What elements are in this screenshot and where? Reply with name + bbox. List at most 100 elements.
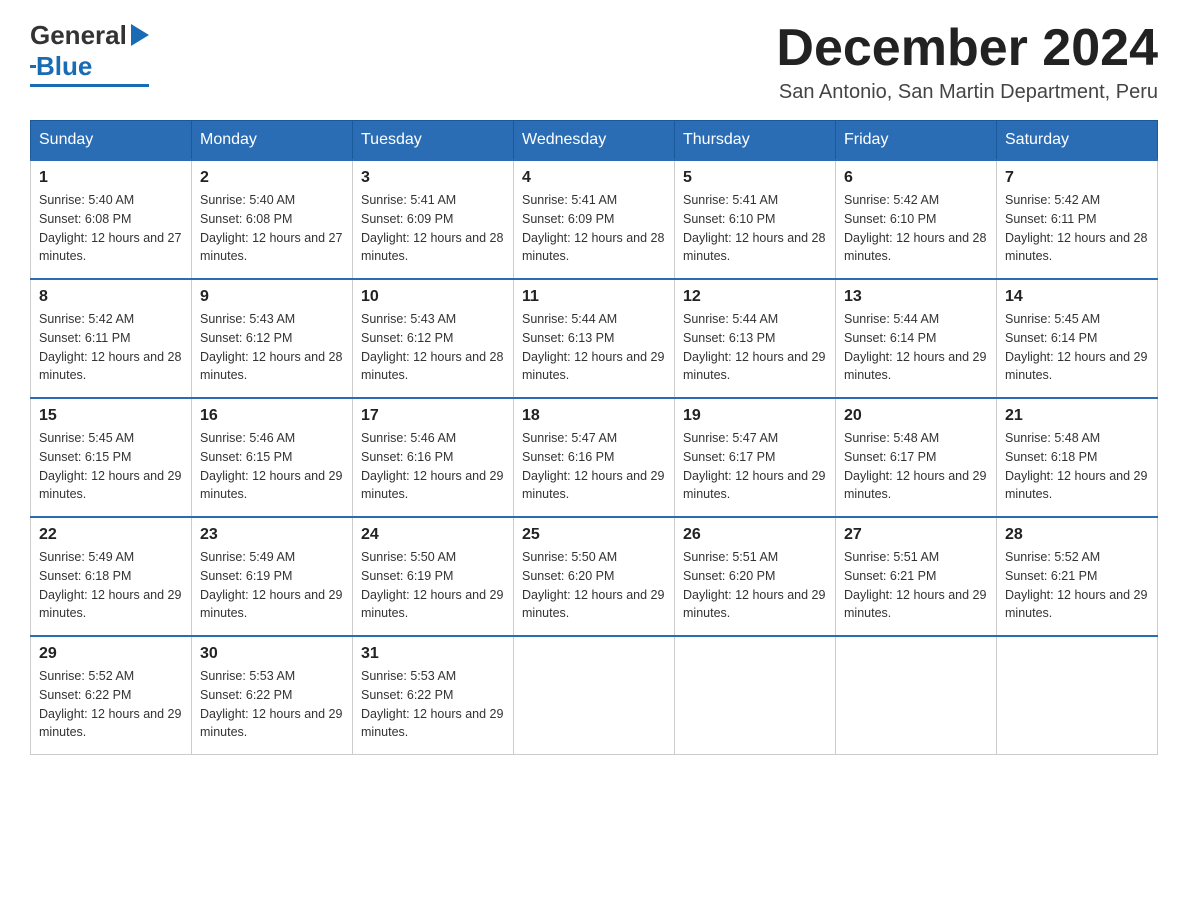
day-number: 20	[844, 407, 988, 425]
day-number: 28	[1005, 526, 1149, 544]
calendar-day-cell: 9 Sunrise: 5:43 AMSunset: 6:12 PMDaylight…	[192, 279, 353, 398]
calendar-day-cell: 13 Sunrise: 5:44 AMSunset: 6:14 PMDayligh…	[836, 279, 997, 398]
calendar-empty-cell	[675, 636, 836, 755]
calendar-day-cell: 5 Sunrise: 5:41 AMSunset: 6:10 PMDaylight…	[675, 160, 836, 279]
day-number: 27	[844, 526, 988, 544]
day-info: Sunrise: 5:44 AMSunset: 6:13 PMDaylight:…	[522, 310, 666, 385]
calendar-day-cell: 29 Sunrise: 5:52 AMSunset: 6:22 PMDayligh…	[31, 636, 192, 755]
day-info: Sunrise: 5:49 AMSunset: 6:19 PMDaylight:…	[200, 548, 344, 623]
day-info: Sunrise: 5:44 AMSunset: 6:13 PMDaylight:…	[683, 310, 827, 385]
calendar-day-cell: 18Sunrise: 5:47 AMSunset: 6:16 PMDayligh…	[514, 398, 675, 517]
calendar-week-row: 15 Sunrise: 5:45 AMSunset: 6:15 PMDayligh…	[31, 398, 1158, 517]
day-info: Sunrise: 5:47 AMSunset: 6:17 PMDaylight:…	[683, 429, 827, 504]
calendar-day-cell: 14 Sunrise: 5:45 AMSunset: 6:14 PMDayligh…	[997, 279, 1158, 398]
calendar-day-cell: 20Sunrise: 5:48 AMSunset: 6:17 PMDayligh…	[836, 398, 997, 517]
calendar-day-cell: 15 Sunrise: 5:45 AMSunset: 6:15 PMDayligh…	[31, 398, 192, 517]
calendar-day-cell: 10Sunrise: 5:43 AMSunset: 6:12 PMDayligh…	[353, 279, 514, 398]
day-number: 7	[1005, 169, 1149, 187]
day-info: Sunrise: 5:45 AMSunset: 6:14 PMDaylight:…	[1005, 310, 1149, 385]
calendar-day-cell: 22Sunrise: 5:49 AMSunset: 6:18 PMDayligh…	[31, 517, 192, 636]
calendar-day-cell: 28 Sunrise: 5:52 AMSunset: 6:21 PMDayligh…	[997, 517, 1158, 636]
day-number: 2	[200, 169, 344, 187]
day-info: Sunrise: 5:43 AMSunset: 6:12 PMDaylight:…	[200, 310, 344, 385]
day-info: Sunrise: 5:45 AMSunset: 6:15 PMDaylight:…	[39, 429, 183, 504]
day-info: Sunrise: 5:42 AMSunset: 6:11 PMDaylight:…	[1005, 191, 1149, 266]
calendar-table: SundayMondayTuesdayWednesdayThursdayFrid…	[30, 120, 1158, 755]
day-info: Sunrise: 5:41 AMSunset: 6:09 PMDaylight:…	[361, 191, 505, 266]
day-number: 13	[844, 288, 988, 306]
calendar-day-cell: 8 Sunrise: 5:42 AMSunset: 6:11 PMDaylight…	[31, 279, 192, 398]
logo-underline	[30, 84, 149, 87]
calendar-day-cell: 7 Sunrise: 5:42 AMSunset: 6:11 PMDaylight…	[997, 160, 1158, 279]
day-number: 17	[361, 407, 505, 425]
col-header-sunday: Sunday	[31, 121, 192, 161]
day-number: 8	[39, 288, 183, 306]
day-number: 6	[844, 169, 988, 187]
day-info: Sunrise: 5:41 AMSunset: 6:10 PMDaylight:…	[683, 191, 827, 266]
day-number: 11	[522, 288, 666, 306]
calendar-day-cell: 1Sunrise: 5:40 AMSunset: 6:08 PMDaylight…	[31, 160, 192, 279]
day-info: Sunrise: 5:46 AMSunset: 6:15 PMDaylight:…	[200, 429, 344, 504]
col-header-thursday: Thursday	[675, 121, 836, 161]
day-info: Sunrise: 5:50 AMSunset: 6:19 PMDaylight:…	[361, 548, 505, 623]
day-number: 5	[683, 169, 827, 187]
day-info: Sunrise: 5:46 AMSunset: 6:16 PMDaylight:…	[361, 429, 505, 504]
logo-blue-text: Blue	[36, 51, 92, 82]
col-header-tuesday: Tuesday	[353, 121, 514, 161]
calendar-empty-cell	[836, 636, 997, 755]
day-number: 12	[683, 288, 827, 306]
calendar-day-cell: 25Sunrise: 5:50 AMSunset: 6:20 PMDayligh…	[514, 517, 675, 636]
title-area: December 2024 San Antonio, San Martin De…	[776, 20, 1158, 104]
calendar-day-cell: 27 Sunrise: 5:51 AMSunset: 6:21 PMDayligh…	[836, 517, 997, 636]
day-number: 19	[683, 407, 827, 425]
day-info: Sunrise: 5:42 AMSunset: 6:10 PMDaylight:…	[844, 191, 988, 266]
calendar-day-cell: 16Sunrise: 5:46 AMSunset: 6:15 PMDayligh…	[192, 398, 353, 517]
logo-general-text: General	[30, 20, 127, 51]
day-number: 14	[1005, 288, 1149, 306]
calendar-day-cell: 17 Sunrise: 5:46 AMSunset: 6:16 PMDayligh…	[353, 398, 514, 517]
day-info: Sunrise: 5:53 AMSunset: 6:22 PMDaylight:…	[361, 667, 505, 742]
day-info: Sunrise: 5:49 AMSunset: 6:18 PMDaylight:…	[39, 548, 183, 623]
day-info: Sunrise: 5:40 AMSunset: 6:08 PMDaylight:…	[200, 191, 344, 266]
col-header-saturday: Saturday	[997, 121, 1158, 161]
calendar-header-row: SundayMondayTuesdayWednesdayThursdayFrid…	[31, 121, 1158, 161]
day-info: Sunrise: 5:42 AMSunset: 6:11 PMDaylight:…	[39, 310, 183, 385]
col-header-wednesday: Wednesday	[514, 121, 675, 161]
day-info: Sunrise: 5:52 AMSunset: 6:21 PMDaylight:…	[1005, 548, 1149, 623]
day-number: 26	[683, 526, 827, 544]
calendar-day-cell: 2 Sunrise: 5:40 AMSunset: 6:08 PMDaylight…	[192, 160, 353, 279]
calendar-week-row: 8 Sunrise: 5:42 AMSunset: 6:11 PMDaylight…	[31, 279, 1158, 398]
calendar-week-row: 22Sunrise: 5:49 AMSunset: 6:18 PMDayligh…	[31, 517, 1158, 636]
day-info: Sunrise: 5:53 AMSunset: 6:22 PMDaylight:…	[200, 667, 344, 742]
calendar-day-cell: 30Sunrise: 5:53 AMSunset: 6:22 PMDayligh…	[192, 636, 353, 755]
day-number: 9	[200, 288, 344, 306]
day-info: Sunrise: 5:51 AMSunset: 6:20 PMDaylight:…	[683, 548, 827, 623]
calendar-day-cell: 6 Sunrise: 5:42 AMSunset: 6:10 PMDaylight…	[836, 160, 997, 279]
day-number: 15	[39, 407, 183, 425]
col-header-monday: Monday	[192, 121, 353, 161]
day-number: 3	[361, 169, 505, 187]
day-number: 24	[361, 526, 505, 544]
calendar-day-cell: 11 Sunrise: 5:44 AMSunset: 6:13 PMDayligh…	[514, 279, 675, 398]
day-info: Sunrise: 5:44 AMSunset: 6:14 PMDaylight:…	[844, 310, 988, 385]
calendar-day-cell: 31Sunrise: 5:53 AMSunset: 6:22 PMDayligh…	[353, 636, 514, 755]
calendar-day-cell: 24 Sunrise: 5:50 AMSunset: 6:19 PMDayligh…	[353, 517, 514, 636]
month-title: December 2024	[776, 20, 1158, 77]
day-info: Sunrise: 5:51 AMSunset: 6:21 PMDaylight:…	[844, 548, 988, 623]
day-number: 4	[522, 169, 666, 187]
calendar-day-cell: 3 Sunrise: 5:41 AMSunset: 6:09 PMDaylight…	[353, 160, 514, 279]
day-info: Sunrise: 5:52 AMSunset: 6:22 PMDaylight:…	[39, 667, 183, 742]
calendar-day-cell: 19 Sunrise: 5:47 AMSunset: 6:17 PMDayligh…	[675, 398, 836, 517]
day-info: Sunrise: 5:43 AMSunset: 6:12 PMDaylight:…	[361, 310, 505, 385]
col-header-friday: Friday	[836, 121, 997, 161]
logo-triangle-icon	[131, 24, 149, 46]
day-info: Sunrise: 5:40 AMSunset: 6:08 PMDaylight:…	[39, 191, 183, 266]
calendar-day-cell: 26 Sunrise: 5:51 AMSunset: 6:20 PMDayligh…	[675, 517, 836, 636]
day-number: 23	[200, 526, 344, 544]
day-number: 21	[1005, 407, 1149, 425]
day-info: Sunrise: 5:50 AMSunset: 6:20 PMDaylight:…	[522, 548, 666, 623]
calendar-empty-cell	[997, 636, 1158, 755]
calendar-day-cell: 21Sunrise: 5:48 AMSunset: 6:18 PMDayligh…	[997, 398, 1158, 517]
day-info: Sunrise: 5:47 AMSunset: 6:16 PMDaylight:…	[522, 429, 666, 504]
day-number: 29	[39, 645, 183, 663]
